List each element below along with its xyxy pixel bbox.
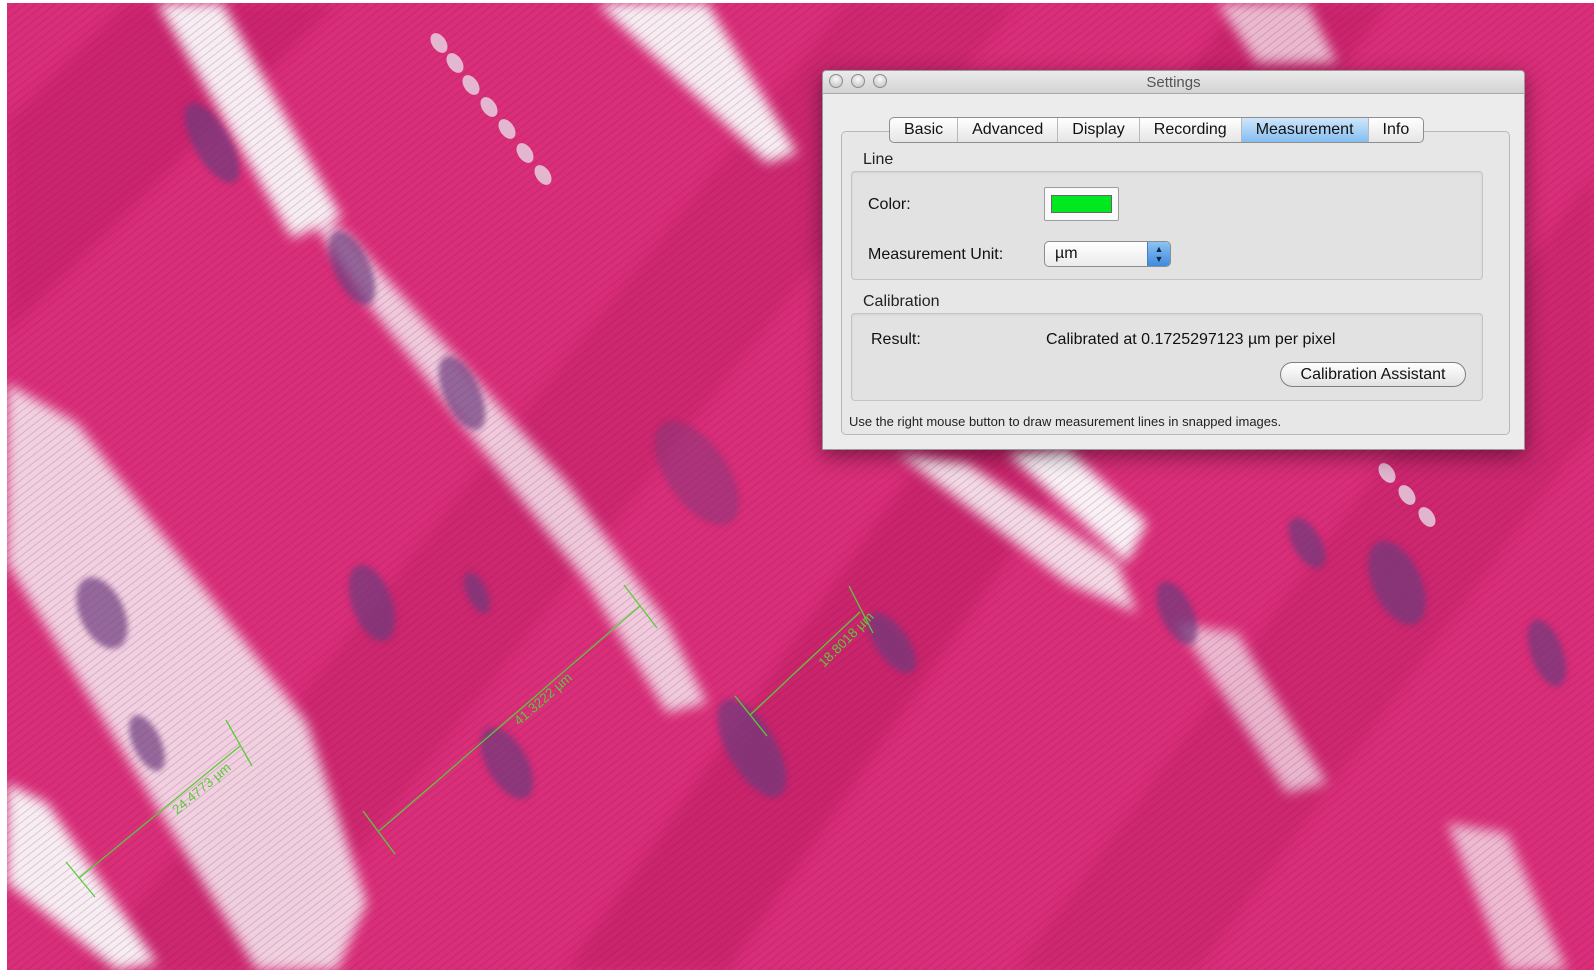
line-color-swatch [1051,195,1112,213]
tab-advanced[interactable]: Advanced [958,118,1059,142]
window-titlebar[interactable]: Settings [823,71,1524,94]
tab-bar: Basic Advanced Display Recording Measure… [889,117,1425,143]
tab-basic[interactable]: Basic [890,118,959,142]
calibration-group-label: Calibration [863,293,940,310]
line-color-well[interactable] [1044,187,1119,221]
tab-recording[interactable]: Recording [1140,118,1242,142]
settings-window: Settings Basic Advanced Display Recordin… [822,70,1525,450]
tab-info[interactable]: Info [1369,118,1424,142]
color-label: Color: [868,196,911,213]
calibration-result-value: Calibrated at 0.1725297123 µm per pixel [1046,331,1336,348]
measurement-unit-value: µm [1055,245,1078,262]
result-label: Result: [871,331,921,348]
measurement-unit-select[interactable]: µm ▲ ▼ [1044,241,1171,267]
measurement-hint-text: Use the right mouse button to draw measu… [849,414,1282,429]
tab-measurement[interactable]: Measurement [1241,118,1369,142]
calibration-group-box [851,313,1483,401]
line-group-label: Line [863,151,894,168]
calibration-assistant-button[interactable]: Calibration Assistant [1280,362,1466,387]
up-down-arrows-icon: ▲ ▼ [1147,242,1170,266]
window-title: Settings [1146,74,1201,91]
measurement-unit-label: Measurement Unit: [868,246,1004,263]
tab-display[interactable]: Display [1058,118,1140,142]
